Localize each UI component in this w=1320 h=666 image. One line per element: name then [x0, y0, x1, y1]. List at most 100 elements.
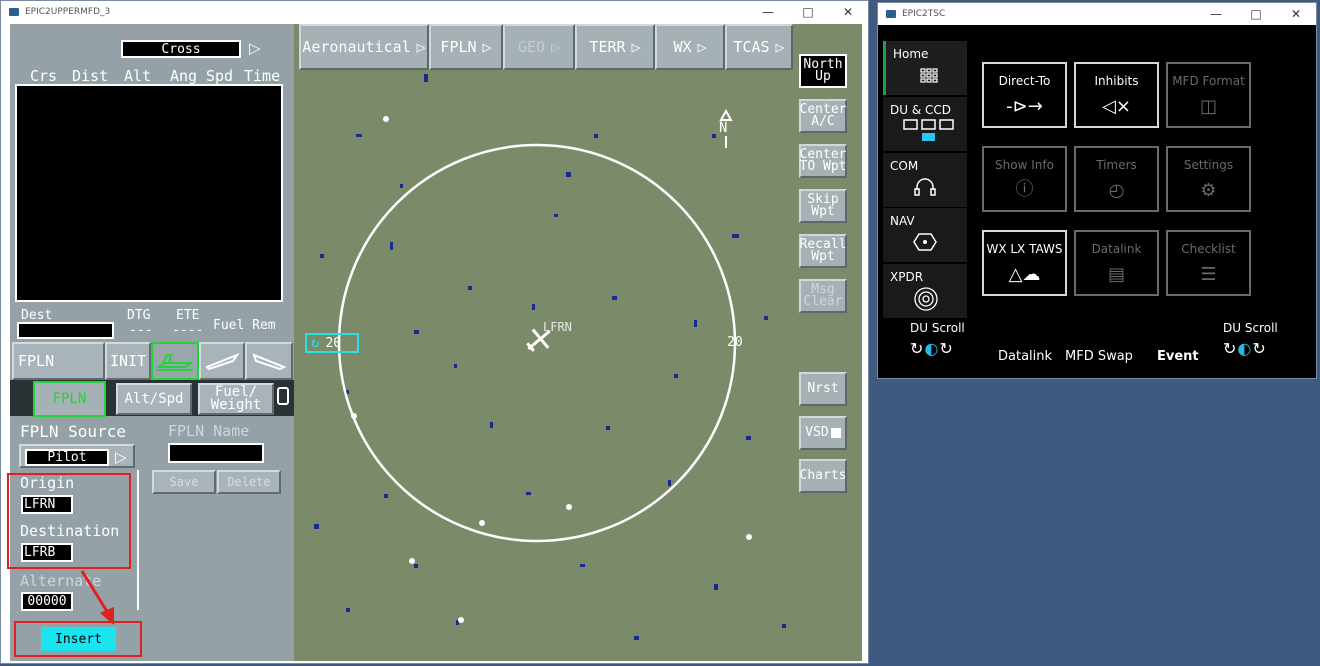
- tile-mfd-format[interactable]: MFD Format ◫: [1166, 62, 1251, 128]
- maximize-button[interactable]: □: [1236, 3, 1276, 25]
- fpln-source-field[interactable]: Pilot: [25, 449, 109, 466]
- map-btn-fpln[interactable]: FPLN ▷: [429, 24, 503, 70]
- nav-du-ccd[interactable]: DU & CCD: [883, 97, 967, 151]
- mute-icon: ◁×: [1102, 96, 1131, 117]
- play-arrow-icon: ▷: [631, 38, 641, 56]
- mode-next-arrow[interactable]: ▷: [249, 39, 261, 57]
- map-btn-tcas-label: TCAS: [733, 38, 770, 56]
- nrst-button[interactable]: Nrst: [799, 372, 847, 406]
- flight-plan-list[interactable]: [15, 84, 283, 302]
- tile-timers[interactable]: Timers ◴: [1074, 146, 1159, 212]
- tile-checklist[interactable]: Checklist ☰: [1166, 230, 1251, 296]
- map-btn-geo[interactable]: GEO ▷: [503, 24, 575, 70]
- message-icon: ▤: [1107, 264, 1125, 285]
- du-scroll-right-knob[interactable]: ↻◐↻: [1223, 339, 1267, 358]
- mfd-window: EPIC2UPPERMFD_3 — □ ✕ Cross ▷ Crs Dist A…: [0, 0, 869, 664]
- tile-inhibits-label: Inhibits: [1094, 74, 1139, 88]
- col-dist: Dist: [72, 67, 109, 85]
- timer-icon: ◴: [1108, 180, 1125, 201]
- nav-home[interactable]: Home: [883, 41, 967, 95]
- tile-direct-to-label: Direct-To: [998, 74, 1051, 88]
- tile-inhibits[interactable]: Inhibits ◁×: [1074, 62, 1159, 128]
- nav-nav[interactable]: NAV: [883, 208, 967, 262]
- tile-settings[interactable]: Settings ⚙: [1166, 146, 1251, 212]
- close-button[interactable]: ✕: [828, 1, 868, 23]
- col-alt: Alt: [124, 67, 152, 85]
- mfd-format-icon: ◫: [1199, 96, 1217, 117]
- vsd-button[interactable]: VSD: [799, 416, 847, 450]
- du-scroll-left-label: DU Scroll: [910, 321, 965, 335]
- footer-datalink[interactable]: Datalink: [998, 349, 1052, 364]
- col-time: Time: [244, 67, 281, 85]
- app-icon: [886, 10, 896, 18]
- minimize-button[interactable]: —: [748, 1, 788, 23]
- tab-fuel-weight[interactable]: Fuel/ Weight: [198, 383, 274, 415]
- info-icon: ⓘ: [1015, 179, 1034, 200]
- save-button[interactable]: Save: [152, 470, 216, 494]
- app-icon: [9, 8, 19, 16]
- direct-to-icon: -⊳→: [1006, 96, 1043, 117]
- dtg-value: ---: [129, 323, 153, 338]
- nav-com[interactable]: COM: [883, 153, 967, 207]
- msg-clear-button[interactable]: Msg Clear: [799, 279, 847, 313]
- dtg-label: DTG: [127, 308, 151, 323]
- mode-field[interactable]: Cross: [121, 40, 241, 58]
- tab-fpln[interactable]: FPLN: [33, 381, 106, 417]
- tab-fpln-page[interactable]: FPLN: [12, 342, 105, 380]
- center-to-wpt-button[interactable]: Center TO Wpt: [799, 144, 847, 178]
- tab-takeoff[interactable]: [199, 342, 245, 380]
- footer-mfd-swap[interactable]: MFD Swap: [1065, 349, 1133, 364]
- tile-wx-lx-taws[interactable]: WX LX TAWS △☁: [982, 230, 1067, 296]
- skip-wpt-button[interactable]: Skip Wpt: [799, 189, 847, 223]
- map-display[interactable]: N LFRN 20 ↻ 20 Aeronautical ▷ FPLN ▷ GEO ▷ …: [294, 24, 862, 661]
- alternate-field[interactable]: 00000: [21, 592, 73, 611]
- map-btn-terr[interactable]: TERR ▷: [575, 24, 655, 70]
- tile-show-info[interactable]: Show Info ⓘ: [982, 146, 1067, 212]
- du-scroll-left-knob[interactable]: ↻◐↻: [910, 339, 954, 358]
- tab-init[interactable]: INIT: [105, 342, 151, 380]
- footer-event[interactable]: Event: [1157, 349, 1199, 364]
- more-tabs-icon[interactable]: [277, 387, 289, 405]
- tile-datalink[interactable]: Datalink ▤: [1074, 230, 1159, 296]
- tile-settings-label: Settings: [1183, 158, 1234, 172]
- col-ang: Ang: [170, 67, 198, 85]
- play-arrow-icon: ▷: [697, 38, 707, 56]
- minimize-button[interactable]: —: [1196, 3, 1236, 25]
- north-up-button[interactable]: North Up: [799, 54, 847, 88]
- tsc-titlebar[interactable]: EPIC2TSC — □ ✕: [878, 3, 1316, 25]
- insert-button[interactable]: Insert: [41, 627, 116, 651]
- close-button[interactable]: ✕: [1276, 3, 1316, 25]
- tab-landing[interactable]: [245, 342, 293, 380]
- range-control[interactable]: ↻ 20: [305, 333, 359, 353]
- dest-field: [17, 322, 114, 339]
- map-terrain: [314, 64, 822, 640]
- map-btn-wx-label: WX: [673, 38, 692, 56]
- tile-direct-to[interactable]: Direct-To -⊳→: [982, 62, 1067, 128]
- tsc-window-title: EPIC2TSC: [902, 9, 946, 19]
- north-indicator: N: [719, 120, 728, 136]
- display-units-icon: [903, 119, 955, 146]
- fpln-name-field[interactable]: [168, 443, 264, 463]
- nav-xpdr[interactable]: XPDR: [883, 264, 967, 318]
- map-btn-tcas[interactable]: TCAS ▷: [725, 24, 793, 70]
- panel-divider: [137, 470, 139, 610]
- delete-button[interactable]: Delete: [217, 470, 281, 494]
- dest-label: Dest: [21, 308, 53, 323]
- recall-wpt-button[interactable]: Recall Wpt: [799, 234, 847, 268]
- airport-label: LFRN: [543, 320, 572, 334]
- maximize-button[interactable]: □: [788, 1, 828, 23]
- fpln-source-arrow[interactable]: ▷: [115, 448, 127, 466]
- map-btn-wx[interactable]: WX ▷: [655, 24, 725, 70]
- nav-com-label: COM: [890, 159, 919, 173]
- charts-button[interactable]: Charts: [799, 459, 847, 493]
- fuel-rem-label: Fuel Rem: [213, 318, 276, 333]
- tab-alt-spd[interactable]: Alt/Spd: [116, 383, 192, 415]
- tsc-window: EPIC2TSC — □ ✕ Home DU & CCD COM NAV XPD…: [877, 2, 1317, 379]
- map-btn-aeronautical[interactable]: Aeronautical ▷: [299, 24, 429, 70]
- fpln-name-label: FPLN Name: [168, 422, 250, 440]
- center-ac-button[interactable]: Center A/C: [799, 99, 847, 133]
- mfd-titlebar[interactable]: EPIC2UPPERMFD_3 — □ ✕: [1, 1, 868, 23]
- mfd-window-title: EPIC2UPPERMFD_3: [25, 7, 111, 17]
- ete-value: ----: [172, 323, 204, 338]
- tab-taxi[interactable]: [151, 342, 199, 380]
